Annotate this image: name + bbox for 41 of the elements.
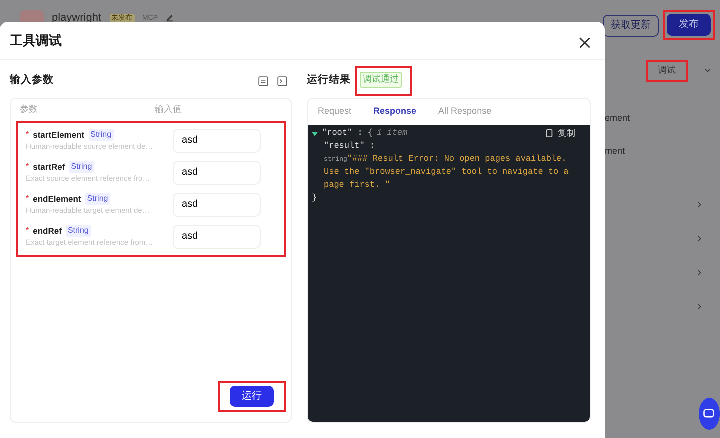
item-count: 1 item xyxy=(377,127,408,140)
required-mark: * xyxy=(26,128,30,141)
closing-brace: } xyxy=(312,192,318,205)
tool-name: ment xyxy=(605,145,626,158)
type-tag: String xyxy=(88,128,114,141)
param-name: endRef xyxy=(33,224,62,238)
required-mark: * xyxy=(26,160,30,173)
column-header: 输入值 xyxy=(154,103,183,116)
type-tag: String xyxy=(85,192,110,205)
value-input[interactable]: asd xyxy=(173,160,261,184)
type-tag: String xyxy=(69,160,94,173)
modal-title: 工具调试 xyxy=(10,32,62,50)
edit-icon xyxy=(166,14,174,22)
copy-button[interactable]: 复制 xyxy=(545,127,576,140)
code-view-icon xyxy=(277,76,288,86)
param-name: startRef xyxy=(33,160,66,174)
panel-title: 运行结果 xyxy=(307,73,351,88)
chevron-down-icon xyxy=(704,66,712,75)
value-input[interactable]: asd xyxy=(173,224,261,248)
value-input[interactable]: asd xyxy=(173,192,261,216)
param-name: endElement xyxy=(33,192,82,206)
panel-title: 输入参数 xyxy=(10,73,54,88)
column-header: 参数 xyxy=(19,103,39,116)
required-mark: * xyxy=(26,224,30,237)
value-input[interactable]: asd xyxy=(173,128,261,152)
debug-button[interactable]: 调试 xyxy=(650,64,684,78)
param-name: startElement xyxy=(33,128,85,142)
status-badge: 调试通过 xyxy=(360,72,402,88)
result-tab[interactable]: Response xyxy=(374,105,417,119)
copy-icon xyxy=(545,129,554,138)
type-tag: String xyxy=(66,224,91,237)
run-button[interactable]: 运行 xyxy=(230,386,274,407)
json-key: "result" : xyxy=(324,141,376,151)
required-mark: * xyxy=(26,192,30,205)
publish-button[interactable]: 发布 xyxy=(667,14,711,36)
json-key: "root" : { xyxy=(322,127,374,140)
form-view-icon xyxy=(258,76,269,86)
app-name: playwright xyxy=(52,11,102,26)
tool-name: ement xyxy=(605,112,632,124)
close-button[interactable] xyxy=(579,34,591,46)
chat-icon xyxy=(699,398,720,430)
